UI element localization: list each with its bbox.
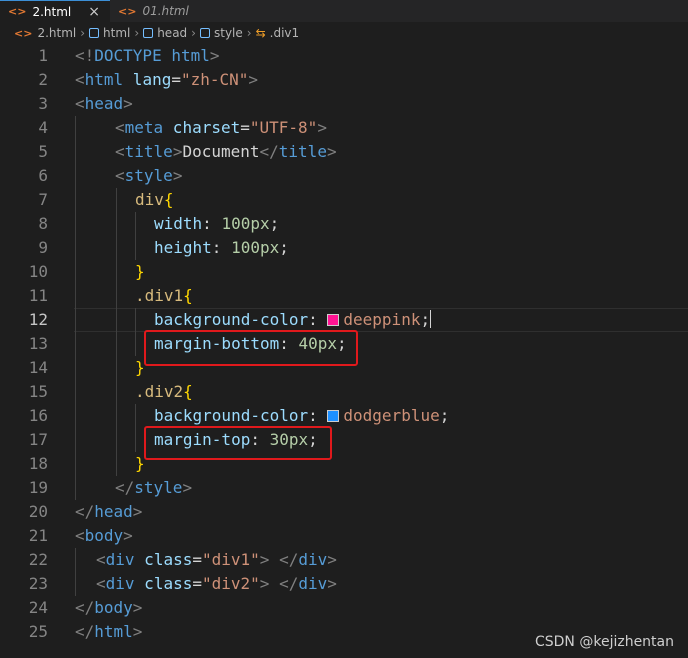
- line-number: 25: [28, 622, 48, 641]
- line-number: 3: [38, 94, 48, 113]
- chevron-right-icon: ›: [246, 26, 252, 40]
- line-number: 10: [28, 262, 48, 281]
- code-editor[interactable]: 1 <!DOCTYPE html> 2 <html lang="zh-CN"> 3 <he…: [0, 44, 688, 658]
- code-text: <head>: [75, 94, 133, 113]
- color-swatch[interactable]: [327, 314, 340, 326]
- element-icon: [199, 28, 210, 38]
- code-line[interactable]: 6 <style>: [0, 164, 688, 188]
- code-line[interactable]: 19 </style>: [0, 476, 688, 500]
- line-number: 5: [38, 142, 48, 161]
- code-text: width: 100px;: [154, 214, 280, 233]
- line-number: 8: [38, 214, 48, 233]
- element-icon: [143, 28, 154, 38]
- line-number: 7: [38, 190, 48, 209]
- chevron-right-icon: ›: [80, 26, 86, 40]
- code-line[interactable]: 4 <meta charset="UTF-8">: [0, 116, 688, 140]
- tab-2-html[interactable]: <> 2.html ×: [0, 0, 110, 22]
- code-text: <div class="div2"> </div>: [96, 574, 337, 593]
- line-number: 6: [38, 166, 48, 185]
- code-line[interactable]: 17 margin-top: 30px;: [0, 428, 688, 452]
- chevron-right-icon: ›: [191, 26, 196, 40]
- tab-label: 01.html: [142, 4, 189, 18]
- line-number: 2: [38, 70, 48, 89]
- code-text: height: 100px;: [154, 238, 289, 257]
- line-number: 15: [28, 382, 48, 401]
- line-number: 13: [28, 334, 48, 353]
- code-line[interactable]: 11 .div1{: [0, 284, 688, 308]
- code-line[interactable]: 12 background-color: deeppink;: [0, 308, 688, 332]
- code-text: background-color: dodgerblue;: [154, 406, 450, 425]
- code-line[interactable]: 8 width: 100px;: [0, 212, 688, 236]
- code-line[interactable]: 10}: [0, 260, 688, 284]
- line-number: 12: [28, 310, 48, 329]
- code-text: <style>: [115, 166, 183, 185]
- highlight-box-margin-top: [144, 426, 332, 460]
- code-text: <!DOCTYPE html>: [75, 46, 220, 65]
- code-line[interactable]: 21 <body>: [0, 524, 688, 548]
- html-file-icon: <>: [8, 5, 27, 18]
- code-text: <meta charset="UTF-8">: [115, 118, 327, 137]
- code-line[interactable]: 23 <div class="div2"> </div>: [0, 572, 688, 596]
- line-number: 9: [38, 238, 48, 257]
- code-line[interactable]: 15 .div2{: [0, 380, 688, 404]
- code-line[interactable]: 2 <html lang="zh-CN">: [0, 68, 688, 92]
- close-icon[interactable]: ×: [88, 4, 100, 20]
- line-number: 22: [28, 550, 48, 569]
- text-cursor: [430, 310, 432, 328]
- html-file-icon: <>: [118, 4, 137, 18]
- color-swatch[interactable]: [327, 410, 340, 422]
- tab-01-html[interactable]: <> 01.html: [110, 0, 199, 22]
- line-number: 17: [28, 430, 48, 449]
- breadcrumb-item-div1[interactable]: ⇆ .div1: [256, 26, 300, 40]
- code-line[interactable]: 9 height: 100px;: [0, 236, 688, 260]
- line-number: 21: [28, 526, 48, 545]
- code-line[interactable]: 18}: [0, 452, 688, 476]
- line-number: 24: [28, 598, 48, 617]
- code-text: div{: [135, 190, 174, 209]
- code-text: <title>Document</title>: [115, 142, 337, 161]
- watermark: CSDN @kejizhentan: [534, 634, 674, 650]
- code-line[interactable]: 22 <div class="div1"> </div>: [0, 548, 688, 572]
- code-text: .div1{: [135, 286, 193, 305]
- breadcrumb: <> 2.html › html › head › style › ⇆ .div1: [0, 22, 299, 44]
- line-number: 14: [28, 358, 48, 377]
- code-text: .div2{: [135, 382, 193, 401]
- code-text: </body>: [75, 598, 143, 617]
- tab-label: 2.html: [32, 4, 72, 19]
- code-line[interactable]: 7 div{: [0, 188, 688, 212]
- code-line[interactable]: 20 </head>: [0, 500, 688, 524]
- class-icon: ⇆: [255, 26, 266, 40]
- element-icon: [89, 28, 100, 38]
- code-line[interactable]: 1 <!DOCTYPE html>: [0, 44, 688, 68]
- html-file-icon: <>: [14, 26, 33, 40]
- line-number: 20: [28, 502, 48, 521]
- breadcrumb-item-style[interactable]: style: [199, 26, 243, 40]
- code-line[interactable]: 5 <title>Document</title>: [0, 140, 688, 164]
- code-line[interactable]: 24 </body>: [0, 596, 688, 620]
- tab-bar: <> 2.html × <> 01.html: [0, 0, 688, 22]
- line-number: 16: [28, 406, 48, 425]
- line-number: 23: [28, 574, 48, 593]
- code-text: background-color: deeppink;: [154, 310, 432, 329]
- code-text: </html>: [75, 622, 143, 641]
- line-number: 1: [38, 46, 48, 65]
- line-number: 19: [28, 478, 48, 497]
- code-line[interactable]: 16 background-color: dodgerblue;: [0, 404, 688, 428]
- code-text: <div class="div1"> </div>: [96, 550, 337, 569]
- code-line[interactable]: 3 <head>: [0, 92, 688, 116]
- code-text: </head>: [75, 502, 143, 521]
- breadcrumb-item-file[interactable]: <> 2.html: [14, 26, 76, 40]
- code-text: <html lang="zh-CN">: [75, 70, 259, 89]
- code-text: <body>: [75, 526, 133, 545]
- breadcrumb-item-head[interactable]: head: [143, 26, 187, 40]
- code-text: }: [135, 262, 145, 281]
- breadcrumb-item-html[interactable]: html: [89, 26, 130, 40]
- line-number: 18: [28, 454, 48, 473]
- highlight-box-margin-bottom: [144, 330, 358, 366]
- line-number: 11: [28, 286, 48, 305]
- code-text: </style>: [115, 478, 193, 497]
- chevron-right-icon: ›: [134, 26, 140, 40]
- line-number: 4: [38, 118, 48, 137]
